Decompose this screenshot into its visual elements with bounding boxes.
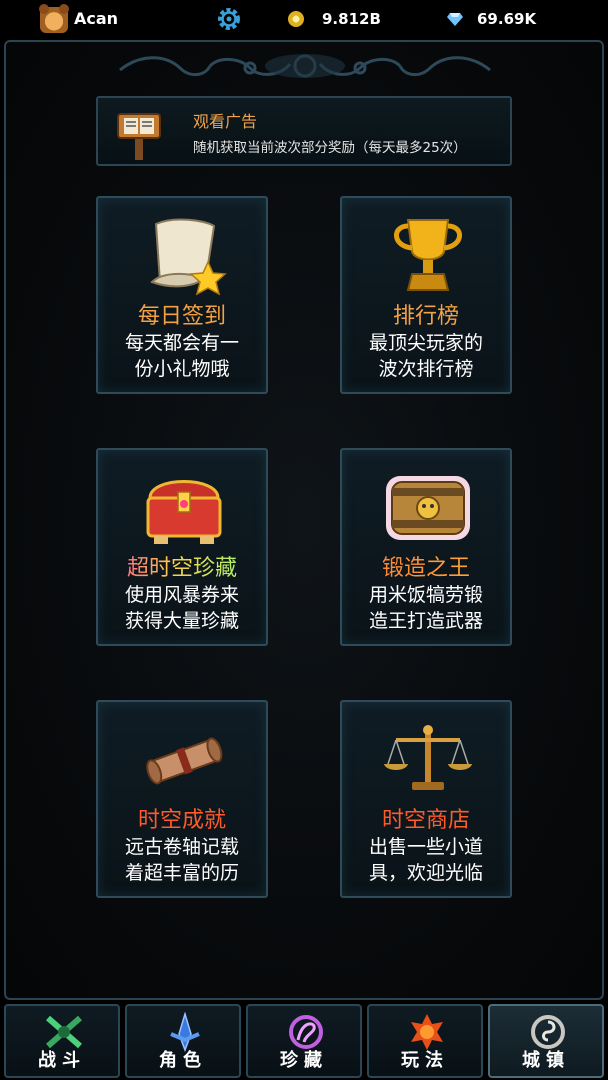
card-description-line: 使用风暴券来 — [124, 584, 239, 606]
card-description-line: 着超丰富的历 — [124, 862, 239, 884]
watch-ad-banner[interactable]: 观看广告 随机获取当前波次部分奖励（每天最多25次） — [96, 96, 512, 166]
cloud-ornament — [119, 54, 491, 78]
treasure-chest-icon — [146, 480, 222, 544]
ad-title: 观看广告 — [193, 112, 258, 131]
town-panel — [4, 40, 604, 1000]
diamond-icon — [447, 13, 463, 26]
leaderboard-card[interactable]: 排行榜 最顶尖玩家的 波次排行榜 — [340, 196, 512, 394]
daily-signin-card[interactable]: 每日签到 每天都会有一 份小礼物哦 — [96, 196, 268, 394]
ancient-scroll-icon — [146, 737, 223, 785]
signboard-icon — [117, 113, 161, 160]
gear-icon[interactable] — [216, 6, 242, 32]
tab-label: 角色 — [159, 1050, 207, 1071]
card-description-line: 远古卷轴记载 — [124, 836, 239, 858]
balance-scale-icon — [384, 725, 472, 790]
card-title: 时空成就 — [137, 808, 226, 833]
gem-amount: 69.69K — [477, 10, 537, 28]
card-description-line: 份小礼物哦 — [134, 358, 230, 380]
card-description: 最顶尖玩家的 波次排行榜 — [342, 330, 510, 382]
tab-character[interactable]: 角色 — [125, 1004, 241, 1078]
card-description-line: 波次排行榜 — [378, 358, 474, 380]
card-description-line: 每天都会有一 — [124, 332, 239, 354]
ad-description: 随机获取当前波次部分奖励（每天最多25次） — [193, 140, 467, 156]
tab-label: 玩法 — [401, 1050, 449, 1071]
tab-label: 战斗 — [38, 1050, 86, 1071]
gold-amount: 9.812B — [322, 10, 381, 28]
card-title: 排行榜 — [392, 304, 459, 329]
card-description-line: 出售一些小道 — [368, 836, 483, 858]
tab-town[interactable]: 城镇 — [488, 1004, 604, 1078]
scroll-star-icon — [150, 218, 227, 296]
timespace-shop-card[interactable]: 时空商店 出售一些小道 具，欢迎光临 — [340, 700, 512, 898]
forge-barrel-icon — [386, 476, 470, 540]
card-description-line: 获得大量珍藏 — [124, 610, 239, 632]
card-title: 锻造之王 — [342, 550, 510, 582]
card-description: 远古卷轴记载 着超丰富的历 — [98, 834, 266, 886]
card-title: 超时空珍藏 — [98, 550, 266, 582]
timespace-treasure-card[interactable]: 超时空珍藏 使用风暴券来 获得大量珍藏 — [96, 448, 268, 646]
trophy-icon — [394, 219, 462, 291]
tab-gameplay[interactable]: 玩法 — [367, 1004, 483, 1078]
card-description: 使用风暴券来 获得大量珍藏 — [98, 582, 266, 634]
card-description-line: 造王打造武器 — [368, 610, 483, 632]
tab-treasure[interactable]: 珍藏 — [246, 1004, 362, 1078]
card-description-line: 最顶尖玩家的 — [368, 332, 483, 354]
timespace-achievement-card[interactable]: 时空成就 远古卷轴记载 着超丰富的历 — [96, 700, 268, 898]
card-description: 每天都会有一 份小礼物哦 — [98, 330, 266, 382]
tab-battle[interactable]: 战斗 — [4, 1004, 120, 1078]
card-description-line: 用米饭犒劳锻 — [368, 584, 483, 606]
bottom-nav: 战斗 角色 珍藏 玩法 城镇 — [0, 1000, 608, 1080]
card-title: 每日签到 — [137, 304, 226, 329]
tab-label: 珍藏 — [280, 1050, 328, 1071]
username: Acan — [74, 9, 119, 28]
avatar[interactable] — [39, 4, 69, 33]
forge-king-card[interactable]: 锻造之王 用米饭犒劳锻 造王打造武器 — [340, 448, 512, 646]
card-description: 用米饭犒劳锻 造王打造武器 — [342, 582, 510, 634]
tab-label: 城镇 — [522, 1050, 570, 1071]
card-description-line: 具，欢迎光临 — [368, 862, 483, 884]
card-description: 出售一些小道 具，欢迎光临 — [342, 834, 510, 886]
card-title: 时空商店 — [381, 808, 470, 833]
status-bar: Acan 9.812B 69.69K — [0, 0, 608, 38]
coin-icon — [288, 11, 304, 27]
